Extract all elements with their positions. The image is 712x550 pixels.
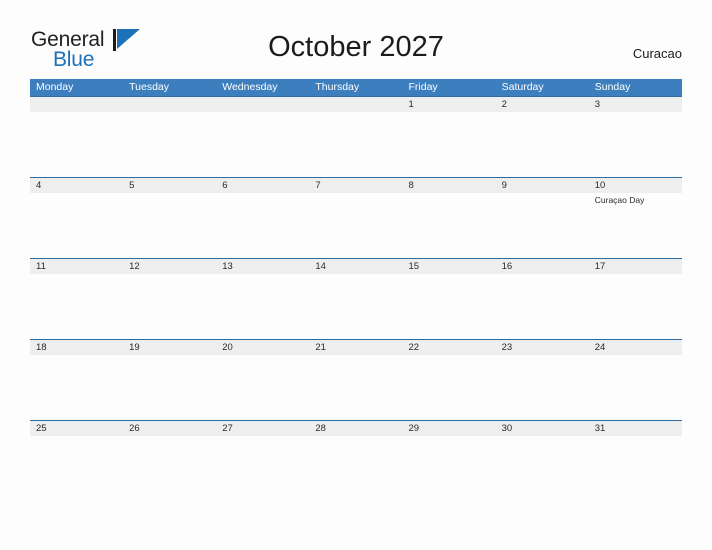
day-number[interactable]: 2 <box>496 97 589 112</box>
day-number[interactable]: 31 <box>589 421 682 436</box>
day-cell[interactable] <box>123 274 216 339</box>
day-number[interactable] <box>123 97 216 112</box>
day-number[interactable]: 21 <box>309 340 402 355</box>
day-number[interactable]: 26 <box>123 421 216 436</box>
country-label: Curacao <box>632 46 682 61</box>
page-header: General Blue October 2027 Curacao <box>0 0 712 78</box>
week-row: 1 2 3 <box>30 96 682 177</box>
day-number[interactable]: 9 <box>496 178 589 193</box>
day-cell[interactable] <box>30 193 123 258</box>
day-cell[interactable] <box>309 274 402 339</box>
day-number[interactable]: 3 <box>589 97 682 112</box>
day-cell[interactable] <box>496 274 589 339</box>
day-number[interactable]: 23 <box>496 340 589 355</box>
day-number[interactable]: 19 <box>123 340 216 355</box>
day-number[interactable]: 27 <box>216 421 309 436</box>
weekday-header-wednesday: Wednesday <box>222 81 278 93</box>
calendar-page: General Blue October 2027 Curacao Monday… <box>0 0 712 550</box>
week-row: 11 12 13 14 15 16 17 <box>30 258 682 339</box>
day-number[interactable]: 29 <box>403 421 496 436</box>
day-cell[interactable] <box>123 112 216 177</box>
day-number[interactable]: 17 <box>589 259 682 274</box>
week-row: 25 26 27 28 29 30 31 <box>30 420 682 501</box>
weekday-header-sunday: Sunday <box>594 81 631 93</box>
day-cell[interactable] <box>216 193 309 258</box>
day-cell[interactable] <box>216 112 309 177</box>
week-date-strip: 1 2 3 <box>30 97 682 112</box>
day-number[interactable]: 18 <box>30 340 123 355</box>
day-cell[interactable] <box>30 355 123 420</box>
event-label[interactable]: Curaçao Day <box>595 195 682 206</box>
weekday-header-saturday: Saturday <box>501 81 544 93</box>
day-number[interactable]: 16 <box>496 259 589 274</box>
week-event-area <box>30 112 682 177</box>
day-cell[interactable] <box>403 193 496 258</box>
day-number[interactable]: 10 <box>589 178 682 193</box>
day-cell[interactable] <box>496 355 589 420</box>
day-cell[interactable] <box>30 274 123 339</box>
day-cell[interactable] <box>309 193 402 258</box>
weekday-header-monday: Monday <box>36 81 74 93</box>
day-number[interactable]: 15 <box>403 259 496 274</box>
day-number[interactable]: 6 <box>216 178 309 193</box>
day-cell[interactable] <box>216 436 309 501</box>
day-cell[interactable] <box>123 436 216 501</box>
day-number[interactable]: 1 <box>403 97 496 112</box>
day-cell[interactable] <box>216 355 309 420</box>
day-cell[interactable] <box>496 193 589 258</box>
day-number[interactable]: 4 <box>30 178 123 193</box>
day-number[interactable] <box>309 97 402 112</box>
day-cell[interactable] <box>216 274 309 339</box>
day-number[interactable]: 13 <box>216 259 309 274</box>
day-number[interactable]: 30 <box>496 421 589 436</box>
day-cell[interactable] <box>309 436 402 501</box>
day-number[interactable]: 25 <box>30 421 123 436</box>
day-number[interactable]: 14 <box>309 259 402 274</box>
day-number[interactable]: 20 <box>216 340 309 355</box>
weekday-header-tuesday: Tuesday <box>129 81 170 93</box>
weekday-header-row: Monday Tuesday Wednesday Thursday Friday… <box>30 79 682 96</box>
day-cell[interactable] <box>496 112 589 177</box>
calendar-grid: Monday Tuesday Wednesday Thursday Friday… <box>30 79 682 501</box>
weekday-header-friday: Friday <box>408 81 438 93</box>
page-title: October 2027 <box>268 31 444 63</box>
day-cell[interactable] <box>403 274 496 339</box>
day-cell[interactable] <box>403 112 496 177</box>
week-date-strip: 4 5 6 7 8 9 10 <box>30 178 682 193</box>
day-number[interactable]: 8 <box>403 178 496 193</box>
day-cell[interactable] <box>403 436 496 501</box>
day-cell[interactable] <box>403 355 496 420</box>
day-cell[interactable] <box>123 355 216 420</box>
week-date-strip: 25 26 27 28 29 30 31 <box>30 421 682 436</box>
day-cell[interactable]: Curaçao Day <box>589 193 682 258</box>
day-number[interactable] <box>216 97 309 112</box>
day-cell[interactable] <box>589 274 682 339</box>
day-cell[interactable] <box>589 355 682 420</box>
week-date-strip: 18 19 20 21 22 23 24 <box>30 340 682 355</box>
day-number[interactable]: 5 <box>123 178 216 193</box>
day-cell[interactable] <box>30 112 123 177</box>
day-number[interactable] <box>30 97 123 112</box>
day-cell[interactable] <box>589 436 682 501</box>
day-cell[interactable] <box>589 112 682 177</box>
week-row: 4 5 6 7 8 9 10 Curaçao Day <box>30 177 682 258</box>
week-event-area <box>30 355 682 420</box>
week-event-area <box>30 436 682 501</box>
day-cell[interactable] <box>496 436 589 501</box>
day-number[interactable]: 7 <box>309 178 402 193</box>
day-number[interactable]: 11 <box>30 259 123 274</box>
week-date-strip: 11 12 13 14 15 16 17 <box>30 259 682 274</box>
day-cell[interactable] <box>309 355 402 420</box>
week-row: 18 19 20 21 22 23 24 <box>30 339 682 420</box>
weekday-header-thursday: Thursday <box>315 81 360 93</box>
day-number[interactable]: 24 <box>589 340 682 355</box>
day-cell[interactable] <box>123 193 216 258</box>
day-cell[interactable] <box>309 112 402 177</box>
week-event-area <box>30 274 682 339</box>
day-number[interactable]: 12 <box>123 259 216 274</box>
week-event-area: Curaçao Day <box>30 193 682 258</box>
day-cell[interactable] <box>30 436 123 501</box>
day-number[interactable]: 28 <box>309 421 402 436</box>
day-number[interactable]: 22 <box>403 340 496 355</box>
